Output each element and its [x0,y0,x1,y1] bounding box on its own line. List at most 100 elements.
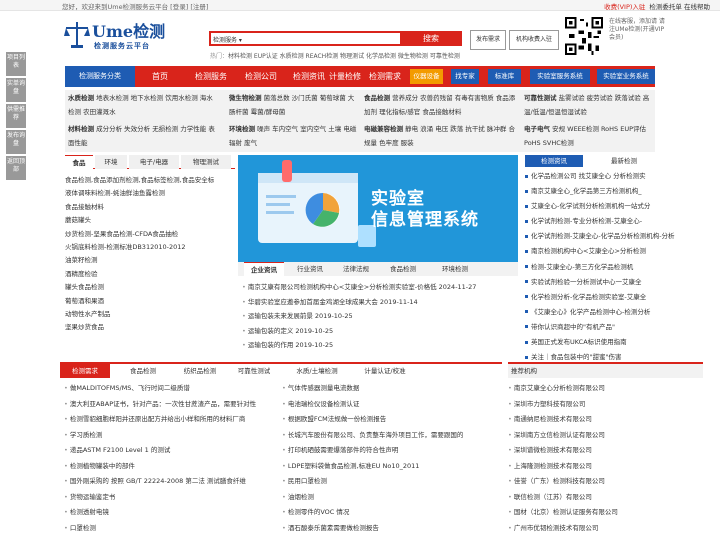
list-item[interactable]: 食品接触材料 [65,201,235,214]
nav-experts[interactable]: 找专家 [451,69,479,84]
list-item[interactable]: 化学检测分析-化学品检测实验室-艾康全 [525,290,700,305]
cat-reliability[interactable]: 可靠性测试 盐雾试验 疲劳试验 跌落试验 高温/低温/恒温恒湿试验 [524,91,652,121]
cat-electrical[interactable]: 电子电气 安规 WEEE检测 RoHS EUP评估 PoHS SVHC检测 [524,122,652,152]
nav-news[interactable]: 检测资讯 [293,66,325,87]
nav-services[interactable]: 检测服务 [195,66,227,87]
hot-keywords[interactable]: 热门：材料检测 EUP认证 水质检测 REACH检测 物理测试 化学品检测 微生… [210,51,460,60]
list-item[interactable]: • 打印机硒鼓需要爆落部件的符合性声明 [282,443,502,459]
banner[interactable]: 实验室 信息管理系统 [238,155,518,263]
list-item[interactable]: • LDPE塑料袋做食品检测,标准EU No10_2011 [282,459,502,475]
tab-demands[interactable]: 检测需求 [60,364,110,378]
list-item[interactable]: • 民用口罩检测 [282,474,502,490]
nav-companies[interactable]: 检测公司 [245,66,277,87]
list-item[interactable]: 火锅底料检测-检测标准DB312010-2012 [65,241,235,254]
tab-environment[interactable]: 环境 [95,155,127,169]
list-item[interactable]: • 运输包装的定义 2019-10-25 [242,324,518,339]
list-item[interactable]: 炒货检测-坚果食品检测-CFDA食品抽检 [65,228,235,241]
side-btn-top[interactable]: 返回顶部 [6,156,26,180]
tab-company-news[interactable]: 企业资讯 [244,262,284,276]
list-item[interactable]: • 检测透射电镜 [64,505,276,521]
cat-micro[interactable]: 微生物检测 菌落总数 沙门氏菌 葡萄球菌 大肠杆菌 霉菌/酵母菌 [229,91,357,121]
side-btn-recommend[interactable]: 供需推荐 [6,104,26,128]
list-item[interactable]: • 南通纳尼检测技术有限公司 [508,412,618,428]
list-item[interactable]: • 南京艾康全心分析检测有限公司 [508,381,618,397]
list-item[interactable]: 化学品检测公司 找艾康全心 分析检测实 [525,169,700,184]
publish-demand-button[interactable]: 发布需求 [470,30,506,50]
list-item[interactable]: • 深圳南方立信检测认证有限公司 [508,428,618,444]
list-item[interactable]: • 长城汽车股份有限公司、负责整车海外项目工作，需要跟国的 [282,428,502,444]
list-item[interactable]: 《艾康全心》化学产品检测中心-检测分析 [525,305,700,320]
tab-food-test[interactable]: 食品检测 [118,364,168,378]
list-item[interactable]: 液体调味料检测-蚝油鲜油鱼露检测 [65,187,235,200]
tab-electronics[interactable]: 电子/电器 [129,155,179,169]
list-item[interactable]: • 递品ASTM F2100 Level 1 的测试 [64,443,276,459]
list-item[interactable]: • 电池瑞检仪设备检测认证 [282,397,502,413]
tab-textile[interactable]: 纺织品检测 [172,364,228,378]
nav-instruments[interactable]: 仪器设备 [410,69,443,84]
list-item[interactable]: 油菜籽检测 [65,254,235,267]
list-item[interactable]: • 检测雪貂细胞样阳并还原出配方并给出小样和所用的材料厂商 [64,412,276,428]
list-item[interactable]: • 运输包装的作用 2019-10-25 [242,338,518,353]
list-item[interactable]: • 国外刚采购的 按照 GB/T 22224-2008 第二法 测试膳食纤维 [64,474,276,490]
list-item[interactable]: 化学试剂检测-专业分析检测-艾康全心- [525,214,700,229]
register-link[interactable]: [注册] [190,3,208,11]
list-item[interactable]: 带你认识商超中的"有机产品" [525,320,700,335]
nav-home[interactable]: 首页 [152,66,168,87]
list-item[interactable]: • 运输包装未来发展前景 2019-10-25 [242,309,518,324]
category-menu[interactable]: 检测服务分类 [65,66,135,87]
list-item[interactable]: 实验试剂检验一分析测试中心一艾康全 [525,275,700,290]
list-item[interactable]: • 检测植物罐装中的部件 [64,459,276,475]
list-item[interactable]: 检测-艾康全心-第三方化学品检测机 [525,260,700,275]
list-item[interactable]: 英国正式发布UKCA标识使用指南 [525,335,700,350]
tab-food[interactable]: 食品 [65,155,93,169]
side-btn-publish[interactable]: 发布询盘 [6,130,26,154]
list-item[interactable]: • 气体传感器测量电流数据 [282,381,502,397]
list-item[interactable]: • 口罩检测 [64,521,276,537]
side-btn-list[interactable]: 项目列表 [6,52,26,76]
cat-water[interactable]: 水质检测 地表水检测 地下水检测 饮用水检测 海水检测 农田灌溉水 [68,91,218,121]
list-item[interactable]: • 检测零件的VOC 情况 [282,505,502,521]
list-item[interactable]: • 学习质检测 [64,428,276,444]
list-item[interactable]: • 南京艾康有限公司检测机构中心<艾康全>分析检测实验室-价格低 2024-11-… [242,280,518,295]
list-item[interactable]: • 上海隆测检测技术有限公司 [508,459,618,475]
side-btn-inquiry[interactable]: 实单询盘 [6,78,26,102]
list-item[interactable]: • 酒石酸泰乐菌素需要做检测报告 [282,521,502,537]
cat-material[interactable]: 材料检测 成分分析 失效分析 无损检测 力学性能 表面性能 [68,122,218,152]
list-item[interactable]: 罐头食品检测 [65,281,235,294]
site-logo[interactable]: Ume检测 检测服务云平台 [64,16,194,56]
tab-physics[interactable]: 物理测试 [181,155,231,169]
tab-env-news[interactable]: 环境检测 [432,262,478,276]
list-item[interactable]: • 油烟检测 [282,490,502,506]
nav-lab-service[interactable]: 实验室服务系统 [530,69,590,84]
tab-calibration[interactable]: 计量认证/校准 [352,364,418,378]
tab-industry-news[interactable]: 行业资讯 [290,262,330,276]
nav-lab-business[interactable]: 实验室业务系统 [597,69,655,84]
list-item[interactable]: • 广州市优韧检测技术有限公司 [508,521,618,537]
list-item[interactable]: • 澳大利亚ABAP证书，针对产品：一次性甘蔗渣产品，需要针对性 [64,397,276,413]
list-item[interactable]: • 深圳谱微检测技术有限公司 [508,443,618,459]
vip-link[interactable]: 收费(VIP)入驻 [604,3,645,11]
cat-emc[interactable]: 电磁兼容检测 静电 浪涌 电压 跌落 抗干扰 脉冲群 合规量 色牢度 服装 [364,122,519,152]
list-item[interactable]: • 佳誉（广东）检测科技有限公司 [508,474,618,490]
search-type-select[interactable]: 检测服务 ▾ [213,35,242,44]
list-item[interactable]: 葡萄酒和果酒 [65,295,235,308]
list-item[interactable]: 艾康全心-化学试剂分析检测机构一站式分 [525,199,700,214]
tab-reliability[interactable]: 可靠性测试 [226,364,282,378]
cat-food[interactable]: 食品检测 营养成分 农兽药残留 有毒有害物质 食品添加剂 理化指标/感官 食品接… [364,91,519,121]
tab-laws[interactable]: 法律法规 [336,262,376,276]
tab-food-news[interactable]: 食品检测 [383,262,423,276]
nav-demands[interactable]: 检测需求 [369,66,401,87]
list-item[interactable]: • 深圳市力塑科技有限公司 [508,397,618,413]
list-item[interactable]: • 国材（北京）检测认证服务有限公司 [508,505,618,521]
tab-latest[interactable]: 最新检测 [595,155,653,167]
join-button[interactable]: 机构收费入驻 [509,30,559,50]
list-item[interactable]: • 华碧实验室应邀参加首届金鸡湖全球成果大会 2019-11-14 [242,295,518,310]
login-link[interactable]: [登录] [170,3,188,11]
nav-metrology[interactable]: 计量检修 [329,66,361,87]
list-item[interactable]: • 货物运输鉴定书 [64,490,276,506]
list-item[interactable]: 食品检测,食品添加剂检测,食品标签检测,食品安全标 [65,174,235,187]
tab-water-soil[interactable]: 水质/土壤检测 [284,364,350,378]
list-item[interactable]: 化学试剂检测-艾康全心-化学品分析检测机构-分析 [525,229,700,244]
cat-environment[interactable]: 环境检测 噪声 车内空气 室内空气 土壤 电磁辐射 废气 [229,122,357,152]
list-item[interactable]: 南京检测机构中心<艾康全心>分析检测 [525,244,700,259]
